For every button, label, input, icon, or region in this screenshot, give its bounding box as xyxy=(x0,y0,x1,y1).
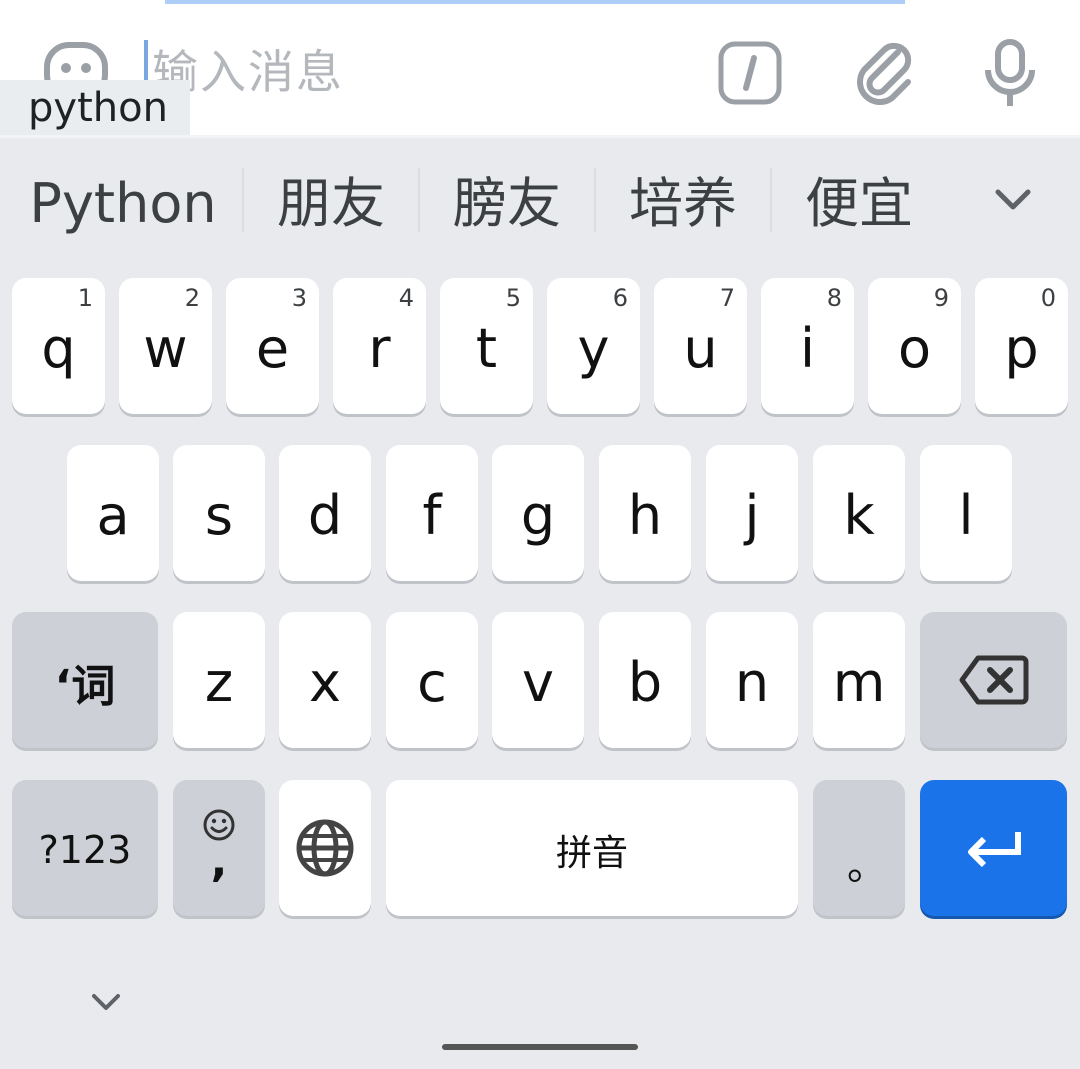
candidate-divider xyxy=(242,168,244,232)
key-j[interactable]: j xyxy=(706,445,798,581)
key-d[interactable]: d xyxy=(279,445,371,581)
candidate-divider xyxy=(770,168,772,232)
key-t[interactable]: 5t xyxy=(440,278,533,414)
enter-key[interactable] xyxy=(920,780,1067,916)
key-y[interactable]: 6y xyxy=(547,278,640,414)
key-a[interactable]: a xyxy=(67,445,159,581)
period-key[interactable]: 。 xyxy=(813,780,905,916)
key-e[interactable]: 3e xyxy=(226,278,319,414)
key-n[interactable]: n xyxy=(706,612,798,748)
enter-icon xyxy=(967,832,1021,868)
mode-key[interactable]: ‘词 xyxy=(12,612,158,748)
chevron-down-icon[interactable] xyxy=(992,184,1034,216)
candidate-divider xyxy=(594,168,596,232)
text-cursor xyxy=(144,40,148,80)
backspace-key[interactable] xyxy=(920,612,1067,748)
key-i[interactable]: 8i xyxy=(761,278,854,414)
numbers-key[interactable]: ?123 xyxy=(12,780,158,916)
globe-icon xyxy=(296,819,354,877)
emoji-comma-key[interactable]: , xyxy=(173,780,265,916)
key-q[interactable]: 1q xyxy=(12,278,105,414)
key-r[interactable]: 4r xyxy=(333,278,426,414)
slash-command-icon[interactable] xyxy=(718,41,782,105)
candidate-2[interactable]: 朋友 xyxy=(260,164,402,244)
key-g[interactable]: g xyxy=(492,445,584,581)
key-x[interactable]: x xyxy=(279,612,371,748)
key-m[interactable]: m xyxy=(813,612,905,748)
key-c[interactable]: c xyxy=(386,612,478,748)
collapse-keyboard-icon[interactable] xyxy=(90,990,122,1014)
divider xyxy=(0,135,1080,138)
backspace-icon xyxy=(959,655,1028,705)
key-f[interactable]: f xyxy=(386,445,478,581)
paperclip-icon[interactable] xyxy=(852,38,916,108)
candidate-5[interactable]: 便宜 xyxy=(788,164,930,244)
key-z[interactable]: z xyxy=(173,612,265,748)
candidate-divider xyxy=(418,168,420,232)
key-p[interactable]: 0p xyxy=(975,278,1068,414)
key-h[interactable]: h xyxy=(599,445,691,581)
candidate-1[interactable]: Python xyxy=(22,164,224,244)
key-w[interactable]: 2w xyxy=(119,278,212,414)
message-composer: 输入消息 python xyxy=(0,0,1080,138)
key-u[interactable]: 7u xyxy=(654,278,747,414)
header-strip xyxy=(165,0,905,4)
key-k[interactable]: k xyxy=(813,445,905,581)
composing-text: python xyxy=(0,80,190,136)
navigation-handle[interactable] xyxy=(442,1044,638,1050)
space-key[interactable]: 拼音 xyxy=(386,780,798,916)
key-b[interactable]: b xyxy=(599,612,691,748)
key-o[interactable]: 9o xyxy=(868,278,961,414)
key-v[interactable]: v xyxy=(492,612,584,748)
language-key[interactable] xyxy=(279,780,371,916)
microphone-icon[interactable] xyxy=(982,38,1038,110)
key-s[interactable]: s xyxy=(173,445,265,581)
key-l[interactable]: l xyxy=(920,445,1012,581)
candidate-3[interactable]: 膀友 xyxy=(436,164,578,244)
candidate-4[interactable]: 培养 xyxy=(612,164,754,244)
